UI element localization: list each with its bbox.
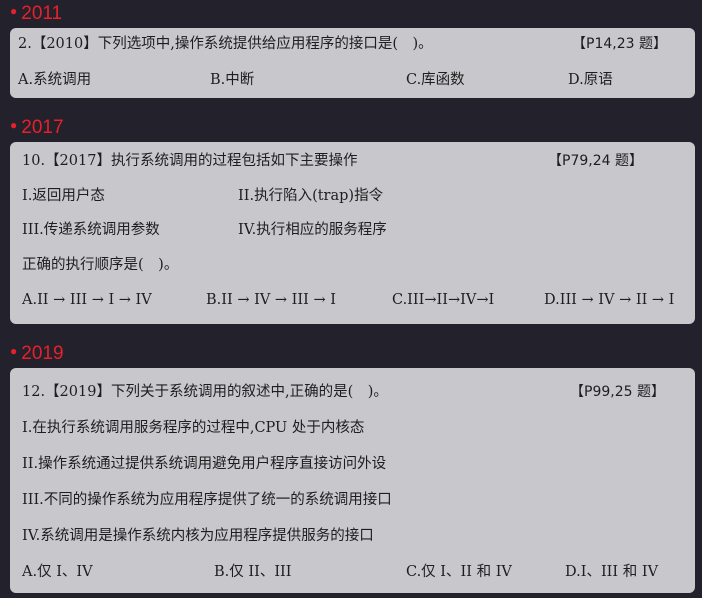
question-ref: 【P79,24 题】 (548, 153, 643, 169)
statement-4: IV.执行相应的服务程序 (238, 222, 387, 238)
question-ref: 【P99,25 题】 (570, 384, 665, 400)
option-a: A.II → III → I → IV (22, 292, 152, 308)
question-stem: 2.【2010】下列选项中,操作系统提供给应用程序的接口是( )。 (18, 36, 433, 52)
question-ref: 【P14,23 题】 (572, 36, 667, 52)
option-c: C.仅 I、II 和 IV (406, 564, 512, 580)
year-heading-2017: ● 2017 (10, 114, 64, 139)
option-c: C.库函数 (406, 72, 465, 88)
statement-2: II.执行陷入(trap)指令 (238, 188, 384, 204)
bullet-icon: ● (10, 344, 18, 358)
option-b: B.中断 (210, 72, 255, 88)
option-b: B.II → IV → III → I (206, 292, 336, 308)
option-c: C.III→II→IV→I (392, 292, 495, 308)
question-card-2019: 12.【2019】下列关于系统调用的叙述中,正确的是( )。 【P99,25 题… (10, 368, 695, 593)
statement-1: I.返回用户态 (22, 188, 105, 204)
year-heading-2019: ● 2019 (10, 340, 64, 365)
option-a: A.仅 I、IV (22, 564, 93, 580)
option-d: D.原语 (568, 72, 613, 88)
question-card-2010: 2.【2010】下列选项中,操作系统提供给应用程序的接口是( )。 【P14,2… (10, 28, 695, 98)
question-stem: 12.【2019】下列关于系统调用的叙述中,正确的是( )。 (22, 384, 388, 400)
option-a: A.系统调用 (18, 72, 92, 88)
option-b: B.仅 II、III (214, 564, 292, 580)
option-d: D.III → IV → II → I (544, 292, 675, 308)
statement-1: I.在执行系统调用服务程序的过程中,CPU 处于内核态 (22, 420, 365, 436)
statement-2: II.操作系统通过提供系统调用避免用户程序直接访问外设 (22, 456, 387, 472)
option-d: D.I、III 和 IV (565, 564, 659, 580)
year-heading-2011: ● 2011 (10, 0, 62, 25)
bullet-icon: ● (10, 118, 18, 132)
question-prompt: 正确的执行顺序是( )。 (22, 257, 179, 273)
year-label: 2011 (21, 3, 63, 24)
question-card-2017: 10.【2017】执行系统调用的过程包括如下主要操作 【P79,24 题】 I.… (10, 142, 695, 324)
statement-3: III.不同的操作系统为应用程序提供了统一的系统调用接口 (22, 492, 392, 508)
statement-3: III.传递系统调用参数 (22, 222, 160, 238)
question-stem: 10.【2017】执行系统调用的过程包括如下主要操作 (22, 153, 358, 169)
statement-4: IV.系统调用是操作系统内核为应用程序提供服务的接口 (22, 528, 374, 544)
year-label: 2017 (21, 117, 64, 138)
year-label: 2019 (21, 343, 64, 364)
bullet-icon: ● (10, 4, 18, 18)
